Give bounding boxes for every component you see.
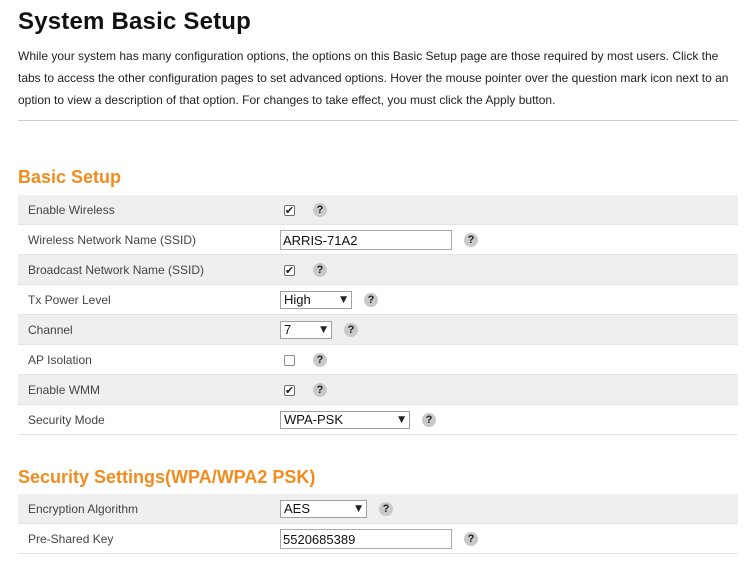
tx-power-select[interactable]: High ▼ bbox=[280, 291, 352, 309]
row-ap-isolation: AP Isolation ? bbox=[18, 345, 738, 375]
row-enable-wmm: Enable WMM ✔ ? bbox=[18, 375, 738, 405]
ap-isolation-label: AP Isolation bbox=[28, 353, 92, 367]
help-icon[interactable]: ? bbox=[464, 233, 478, 247]
row-encryption: Encryption Algorithm AES ▼ ? bbox=[18, 494, 738, 524]
help-icon[interactable]: ? bbox=[422, 413, 436, 427]
row-channel: Channel 7 ▼ ? bbox=[18, 315, 738, 345]
row-tx-power: Tx Power Level High ▼ ? bbox=[18, 285, 738, 315]
psk-label: Pre-Shared Key bbox=[28, 532, 114, 546]
row-broadcast-ssid: Broadcast Network Name (SSID) ✔ ? bbox=[18, 255, 738, 285]
basic-setup-title: Basic Setup bbox=[18, 167, 122, 187]
security-settings-title: Security Settings(WPA/WPA2 PSK) bbox=[18, 467, 316, 487]
encryption-select[interactable]: AES ▼ bbox=[280, 500, 367, 518]
help-icon[interactable]: ? bbox=[313, 353, 327, 367]
chevron-down-icon: ▼ bbox=[355, 504, 362, 514]
intro-text: While your system has many configuration… bbox=[18, 45, 740, 111]
channel-label: Channel bbox=[28, 323, 73, 337]
help-icon[interactable]: ? bbox=[344, 323, 358, 337]
row-security-mode: Security Mode WPA-PSK ▼ ? bbox=[18, 405, 738, 435]
row-psk: Pre-Shared Key ? bbox=[18, 524, 738, 554]
channel-select[interactable]: 7 ▼ bbox=[280, 321, 332, 339]
security-mode-select[interactable]: WPA-PSK ▼ bbox=[280, 411, 410, 429]
chevron-down-icon: ▼ bbox=[340, 295, 347, 305]
divider bbox=[18, 120, 738, 121]
broadcast-ssid-checkbox[interactable]: ✔ bbox=[284, 264, 295, 276]
help-icon[interactable]: ? bbox=[464, 532, 478, 546]
ap-isolation-checkbox[interactable] bbox=[284, 354, 295, 366]
encryption-label: Encryption Algorithm bbox=[28, 502, 139, 516]
basic-setup-table: Enable Wireless ✔ ? Wireless Network Nam… bbox=[18, 195, 738, 435]
enable-wireless-label: Enable Wireless bbox=[28, 203, 115, 217]
intro-line-2: tabs to access the other configuration p… bbox=[18, 71, 729, 85]
channel-value: 7 bbox=[284, 322, 292, 337]
help-icon[interactable]: ? bbox=[313, 263, 327, 277]
security-settings-table: Encryption Algorithm AES ▼ ? Pre-Shared … bbox=[18, 494, 738, 554]
broadcast-ssid-label: Broadcast Network Name (SSID) bbox=[28, 263, 205, 277]
intro-line-1: While your system has many configuration… bbox=[18, 49, 719, 63]
intro-line-3: option to view a description of that opt… bbox=[18, 93, 556, 107]
help-icon[interactable]: ? bbox=[364, 293, 378, 307]
tx-power-value: High bbox=[284, 292, 311, 307]
chevron-down-icon: ▼ bbox=[398, 415, 405, 425]
page-title: System Basic Setup bbox=[18, 8, 252, 35]
row-ssid: Wireless Network Name (SSID) ? bbox=[18, 225, 738, 255]
row-enable-wireless: Enable Wireless ✔ ? bbox=[18, 195, 738, 225]
psk-input[interactable] bbox=[280, 529, 452, 549]
tx-power-label: Tx Power Level bbox=[28, 293, 111, 307]
chevron-down-icon: ▼ bbox=[320, 325, 327, 335]
help-icon[interactable]: ? bbox=[313, 203, 327, 217]
ssid-label: Wireless Network Name (SSID) bbox=[28, 233, 197, 247]
help-icon[interactable]: ? bbox=[379, 502, 393, 516]
enable-wmm-label: Enable WMM bbox=[28, 383, 101, 397]
security-mode-label: Security Mode bbox=[28, 413, 105, 427]
enable-wireless-checkbox[interactable]: ✔ bbox=[284, 204, 295, 216]
security-mode-value: WPA-PSK bbox=[284, 412, 343, 427]
ssid-input[interactable] bbox=[280, 230, 452, 250]
help-icon[interactable]: ? bbox=[313, 383, 327, 397]
enable-wmm-checkbox[interactable]: ✔ bbox=[284, 384, 295, 396]
encryption-value: AES bbox=[284, 501, 311, 516]
